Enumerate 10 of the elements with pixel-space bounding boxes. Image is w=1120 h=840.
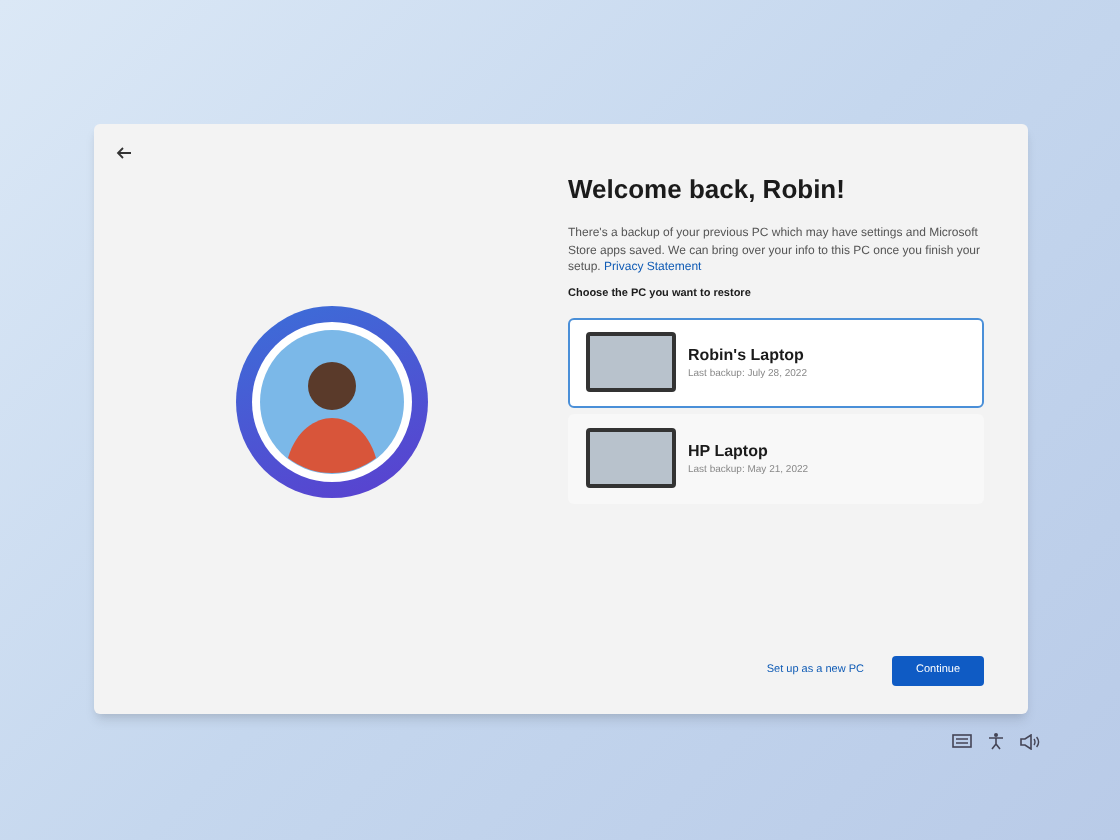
pc-name: HP Laptop xyxy=(688,439,770,463)
accessibility-icon[interactable] xyxy=(988,732,1004,750)
photo-placeholder xyxy=(586,428,676,489)
avatar-silhouette-icon xyxy=(259,330,403,474)
pc-name: Robin's Laptop xyxy=(688,343,806,367)
keyboard-icon[interactable] xyxy=(952,734,972,748)
page-title: Welcome back, Robin! xyxy=(568,174,847,206)
photo-placeholder xyxy=(586,332,676,393)
back-arrow-icon xyxy=(116,145,132,159)
speaker-icon[interactable] xyxy=(1020,733,1040,749)
